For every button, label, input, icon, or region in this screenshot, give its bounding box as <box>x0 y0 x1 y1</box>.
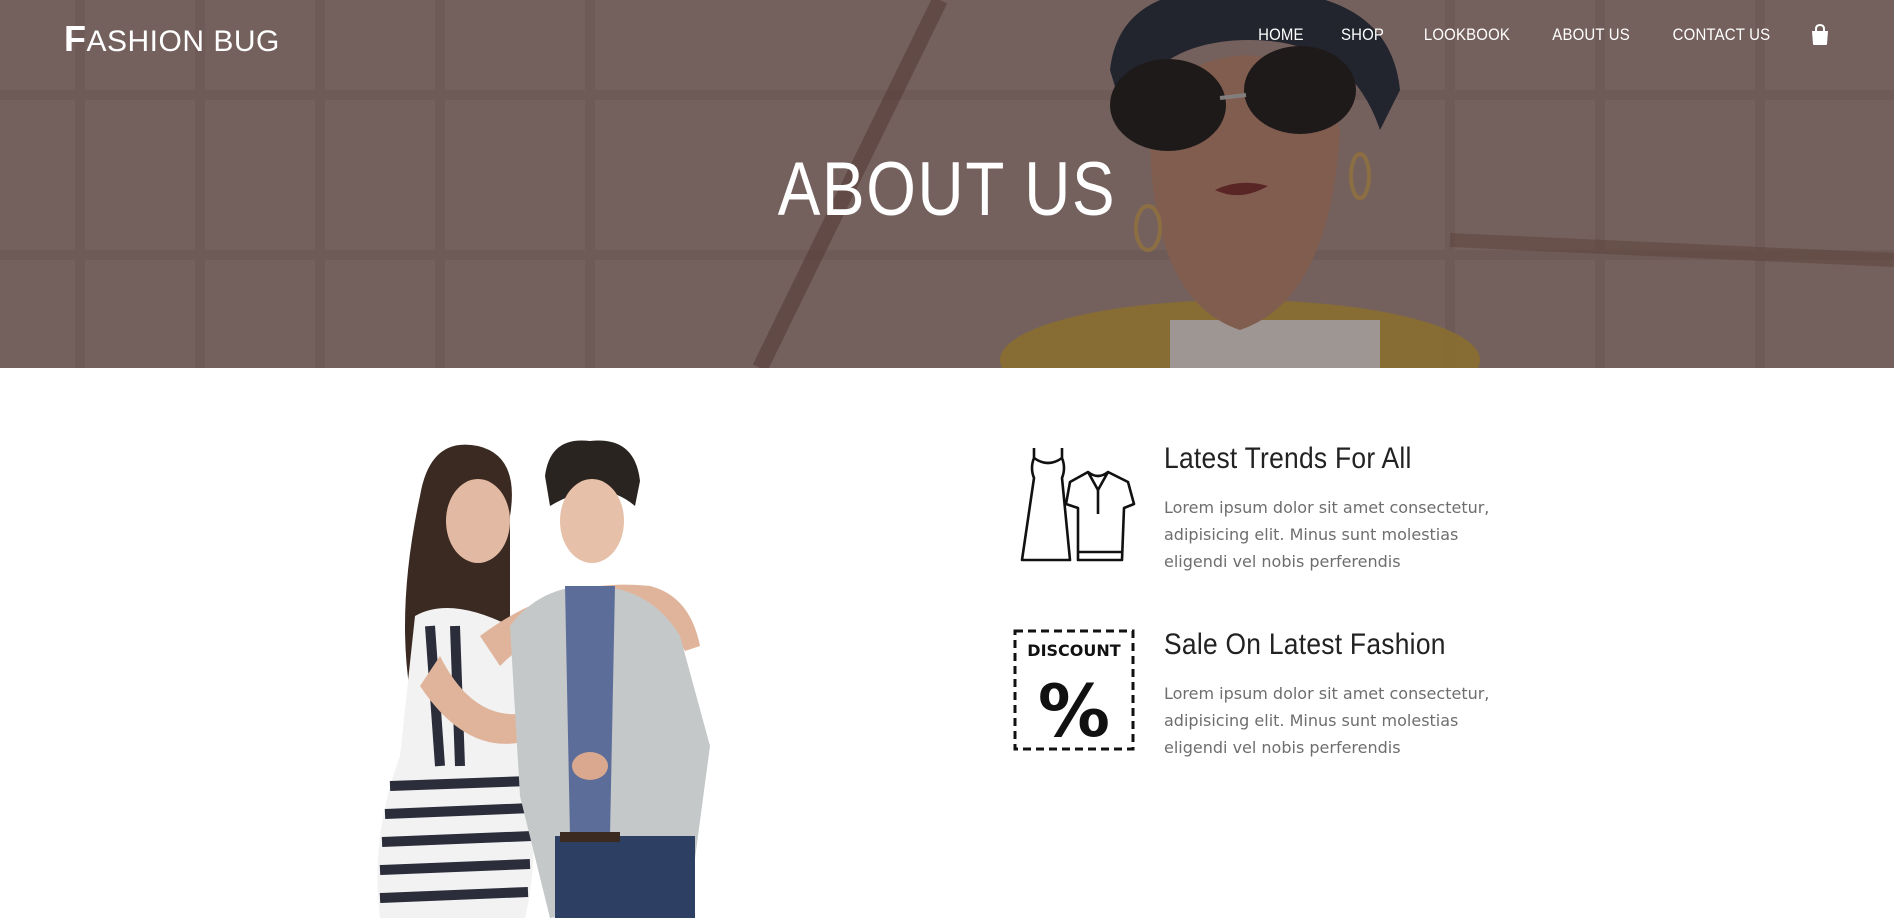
nav-home[interactable]: HOME <box>1258 25 1304 45</box>
shopping-bag-icon[interactable] <box>1810 24 1830 46</box>
page-title: ABOUT US <box>777 147 1117 232</box>
brand-name: ASHION BUG <box>86 25 280 58</box>
discount-tag-icon: DISCOUNT % <box>1013 629 1135 752</box>
feature-description: Lorem ipsum dolor sit amet consectetur, … <box>1164 684 1490 757</box>
hero-banner: FASHION BUG HOME SHOP LOOKBOOK ABOUT US … <box>0 0 1894 368</box>
nav-lookbook[interactable]: LOOKBOOK <box>1424 25 1510 45</box>
brand-initial: F <box>64 18 87 59</box>
feature-text: Latest Trends For All Lorem ipsum dolor … <box>1164 442 1524 575</box>
discount-label: DISCOUNT <box>1027 641 1120 660</box>
main-nav: HOME SHOP LOOKBOOK ABOUT US CONTACT US <box>1255 24 1830 46</box>
percent-symbol: % <box>1038 669 1110 752</box>
brand-logo[interactable]: FASHION BUG <box>64 18 280 60</box>
feature-text: Sale On Latest Fashion Lorem ipsum dolor… <box>1164 628 1524 761</box>
nav-contact-us[interactable]: CONTACT US <box>1673 25 1771 45</box>
feature-title: Latest Trends For All <box>1164 442 1412 475</box>
couple-fashion-photo <box>360 436 780 918</box>
feature-title: Sale On Latest Fashion <box>1164 628 1446 661</box>
couple-illustration <box>377 440 710 918</box>
nav-shop[interactable]: SHOP <box>1341 25 1384 45</box>
feature-description: Lorem ipsum dolor sit amet consectetur, … <box>1164 498 1490 571</box>
dress-and-shirt-icon <box>1020 448 1136 562</box>
nav-about-us[interactable]: ABOUT US <box>1552 25 1630 45</box>
